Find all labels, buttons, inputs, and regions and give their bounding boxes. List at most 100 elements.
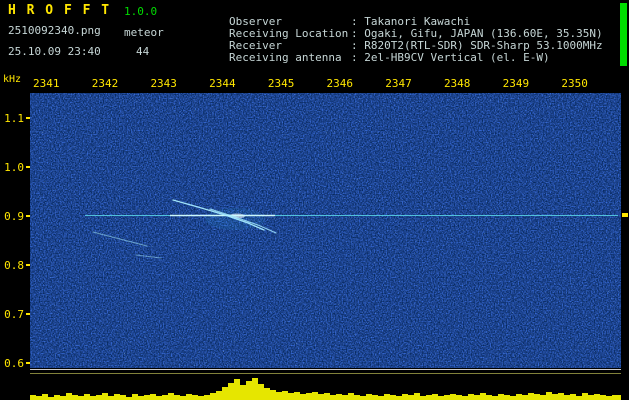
level-bar <box>276 392 282 400</box>
level-bar <box>132 394 138 400</box>
level-bar <box>270 390 276 400</box>
level-bar <box>366 394 372 400</box>
level-bar <box>462 396 468 400</box>
level-bar <box>96 395 102 400</box>
time-label-2345: 2345 <box>267 77 295 90</box>
signal-level-plot <box>30 369 621 400</box>
freq-label-1.0: 1.0 <box>4 160 24 174</box>
level-bar <box>480 393 486 400</box>
level-bar <box>186 394 192 400</box>
level-bar <box>174 395 180 400</box>
mode-label: meteor <box>124 26 164 39</box>
level-bar <box>330 395 336 400</box>
level-bar <box>390 395 396 400</box>
level-ref-line-upper <box>30 369 621 370</box>
level-bar <box>618 395 621 400</box>
level-bar <box>576 396 582 400</box>
time-label-2348: 2348 <box>443 77 471 90</box>
level-bar <box>84 394 90 400</box>
level-bar <box>180 396 186 400</box>
level-bar <box>570 394 576 400</box>
level-bar <box>600 395 606 400</box>
time-label-2343: 2343 <box>150 77 177 90</box>
level-bar <box>408 395 414 400</box>
level-bar <box>528 393 534 400</box>
level-bar <box>288 393 294 400</box>
level-bar <box>546 392 552 400</box>
level-bar <box>318 394 324 400</box>
level-bar <box>468 394 474 400</box>
level-bar <box>522 395 528 400</box>
level-bar <box>300 394 306 400</box>
level-bar <box>582 393 588 400</box>
level-bar <box>264 388 270 400</box>
level-bar <box>426 395 432 400</box>
info-value: : 2el-HB9CV Vertical (el. E-W) <box>350 51 550 64</box>
freq-label-0.6: 0.6 <box>4 356 24 370</box>
level-bar <box>552 394 558 400</box>
level-bar <box>492 396 498 400</box>
time-label-2342: 2342 <box>91 77 119 90</box>
level-bar <box>54 395 60 400</box>
level-bar <box>282 391 288 400</box>
level-bar <box>564 395 570 400</box>
station-info: Observer: Takanori Kawachi Receiving Loc… <box>176 4 603 64</box>
level-bar <box>198 396 204 400</box>
level-bar <box>312 392 318 400</box>
level-bar <box>240 385 246 400</box>
level-indicator-bar <box>620 3 627 66</box>
info-label: Receiving antenna <box>228 51 342 64</box>
app-title: H R O F F T <box>8 3 111 18</box>
level-bar <box>438 396 444 400</box>
level-bar <box>588 395 594 400</box>
level-bar <box>504 395 510 400</box>
level-bar <box>108 396 114 400</box>
level-bar <box>114 394 120 400</box>
level-bar <box>498 394 504 400</box>
level-bar <box>228 383 234 400</box>
level-bar <box>258 384 264 400</box>
level-bar <box>246 381 252 400</box>
level-bar <box>234 379 240 400</box>
noise-sparkle-layer <box>30 93 621 368</box>
level-bar <box>210 393 216 400</box>
level-bar <box>138 396 144 400</box>
level-bar <box>348 393 354 400</box>
level-bar <box>294 392 300 400</box>
level-bar <box>540 395 546 400</box>
header: H R O F F T 1.0.0 2510092340.png meteor … <box>0 0 629 70</box>
freq-label-1.1: 1.1 <box>4 111 24 125</box>
level-bar <box>168 393 174 400</box>
level-bar <box>222 387 228 400</box>
level-bar <box>360 396 366 400</box>
level-bar <box>402 394 408 400</box>
level-bar <box>66 393 72 400</box>
time-label-2350: 2350 <box>561 77 588 90</box>
frequency-axis: 1.1 1.0 0.9 0.8 0.7 0.6 <box>0 93 30 370</box>
level-bar <box>594 394 600 400</box>
level-bar <box>450 394 456 400</box>
level-bar <box>510 396 516 400</box>
level-bar <box>150 394 156 400</box>
time-label-2347: 2347 <box>385 77 412 90</box>
hrofft-window: H R O F F T 1.0.0 2510092340.png meteor … <box>0 0 629 400</box>
level-bar <box>42 394 48 400</box>
level-bar <box>252 378 258 400</box>
info-row-observer: Observer: Takanori Kawachi <box>176 4 603 28</box>
freq-label-0.7: 0.7 <box>4 307 24 321</box>
level-bar <box>456 395 462 400</box>
time-axis: 2341 2342 2343 2344 2345 2346 2347 2348 2349 2350 <box>30 77 621 91</box>
freq-unit-label: kHz <box>3 74 22 85</box>
level-bar <box>162 395 168 400</box>
level-bar <box>420 396 426 400</box>
time-label-2344: 2344 <box>209 77 236 90</box>
level-bar <box>486 395 492 400</box>
level-bar <box>156 396 162 400</box>
level-bar <box>606 396 612 400</box>
spectrogram <box>30 93 621 368</box>
level-bar <box>324 393 330 400</box>
level-bar <box>306 393 312 400</box>
level-bar <box>534 394 540 400</box>
level-bar <box>72 395 78 400</box>
level-bar <box>612 395 618 400</box>
